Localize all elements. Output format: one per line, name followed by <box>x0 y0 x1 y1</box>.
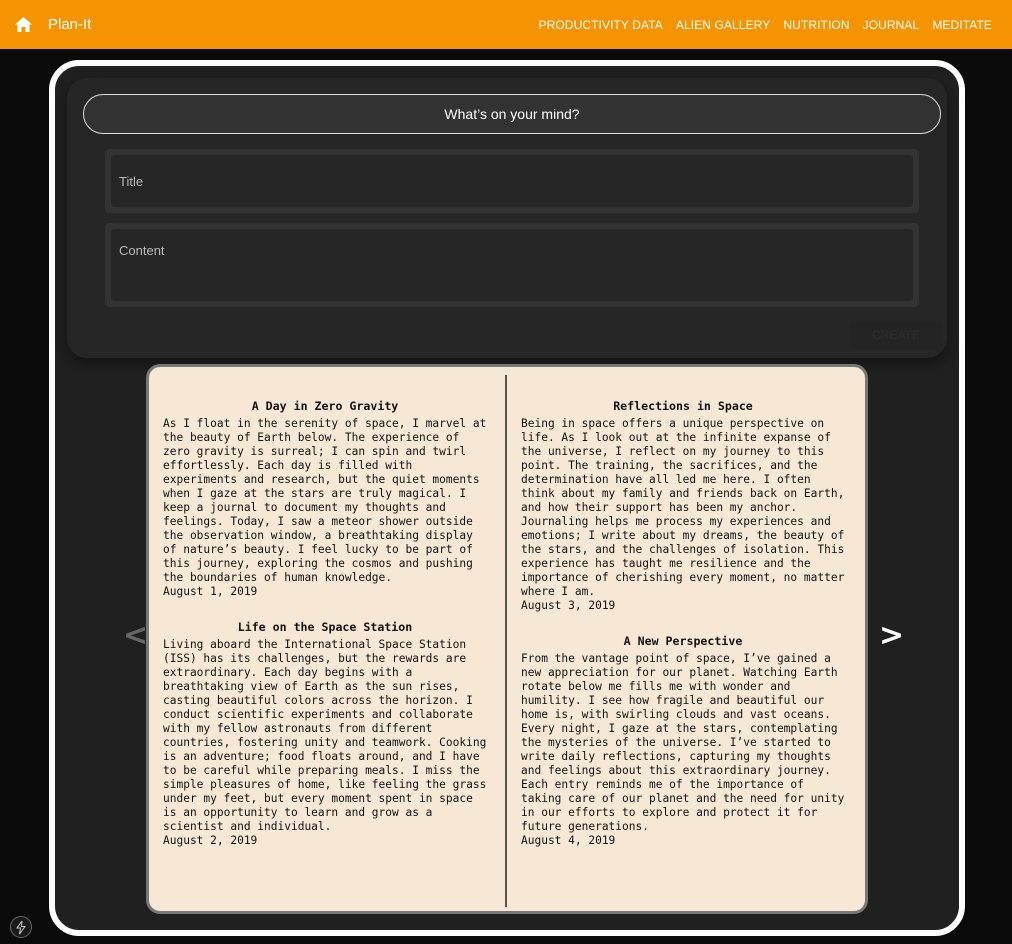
entry-date: August 1, 2019 <box>163 585 258 598</box>
journal-entry: A New Perspective From the vantage point… <box>521 634 845 848</box>
nav-link-alien-gallery[interactable]: ALIEN GALLERY <box>676 18 770 32</box>
bolt-icon <box>16 920 26 934</box>
dev-tools-button[interactable] <box>10 916 32 938</box>
journal-book: A Day in Zero Gravity As I float in the … <box>146 364 868 914</box>
previous-page-arrow[interactable]: < <box>123 621 148 651</box>
book-spine <box>505 375 507 907</box>
entry-body: From the vantage point of space, I’ve ga… <box>521 652 845 833</box>
entry-body: Living aboard the International Space St… <box>163 638 487 833</box>
title-field-wrapper <box>105 149 919 213</box>
right-page: Reflections in Space Being in space offe… <box>521 399 845 869</box>
nav-link-nutrition[interactable]: NUTRITION <box>783 18 849 32</box>
nav-links: PRODUCTIVITY DATA ALIEN GALLERY NUTRITIO… <box>539 18 993 32</box>
content-field-wrapper <box>105 223 919 307</box>
journal-entry: Reflections in Space Being in space offe… <box>521 399 845 613</box>
entry-title: Life on the Space Station <box>237 620 413 634</box>
entry-date: August 2, 2019 <box>163 834 258 847</box>
entry-title: A New Perspective <box>623 634 743 648</box>
brand-name[interactable]: Plan-It <box>48 16 91 33</box>
entry-body: As I float in the serenity of space, I m… <box>163 417 487 584</box>
entry-body: Being in space offers a unique perspecti… <box>521 417 845 598</box>
create-button[interactable]: CREATE <box>851 321 941 349</box>
journal-panel: What’s on your mind? CREATE < > A Day in… <box>49 60 965 936</box>
home-icon <box>14 17 32 32</box>
content-input[interactable] <box>111 229 913 301</box>
nav-link-productivity-data[interactable]: PRODUCTIVITY DATA <box>539 18 663 32</box>
title-input[interactable] <box>111 155 913 207</box>
home-button[interactable] <box>12 14 34 36</box>
entry-date: August 3, 2019 <box>521 599 616 612</box>
top-navbar: Plan-It PRODUCTIVITY DATA ALIEN GALLERY … <box>0 0 1012 49</box>
journal-entry: A Day in Zero Gravity As I float in the … <box>163 399 487 599</box>
journal-entry: Life on the Space Station Living aboard … <box>163 620 487 848</box>
nav-link-journal[interactable]: JOURNAL <box>863 18 920 32</box>
whats-on-your-mind-button[interactable]: What’s on your mind? <box>83 94 941 134</box>
nav-link-meditate[interactable]: MEDITATE <box>932 18 992 32</box>
new-entry-form: What’s on your mind? CREATE <box>67 78 947 358</box>
left-page: A Day in Zero Gravity As I float in the … <box>163 399 487 869</box>
entry-title: A Day in Zero Gravity <box>251 399 399 413</box>
entry-title: Reflections in Space <box>613 399 753 413</box>
next-page-arrow[interactable]: > <box>879 621 904 651</box>
entry-date: August 4, 2019 <box>521 834 616 847</box>
